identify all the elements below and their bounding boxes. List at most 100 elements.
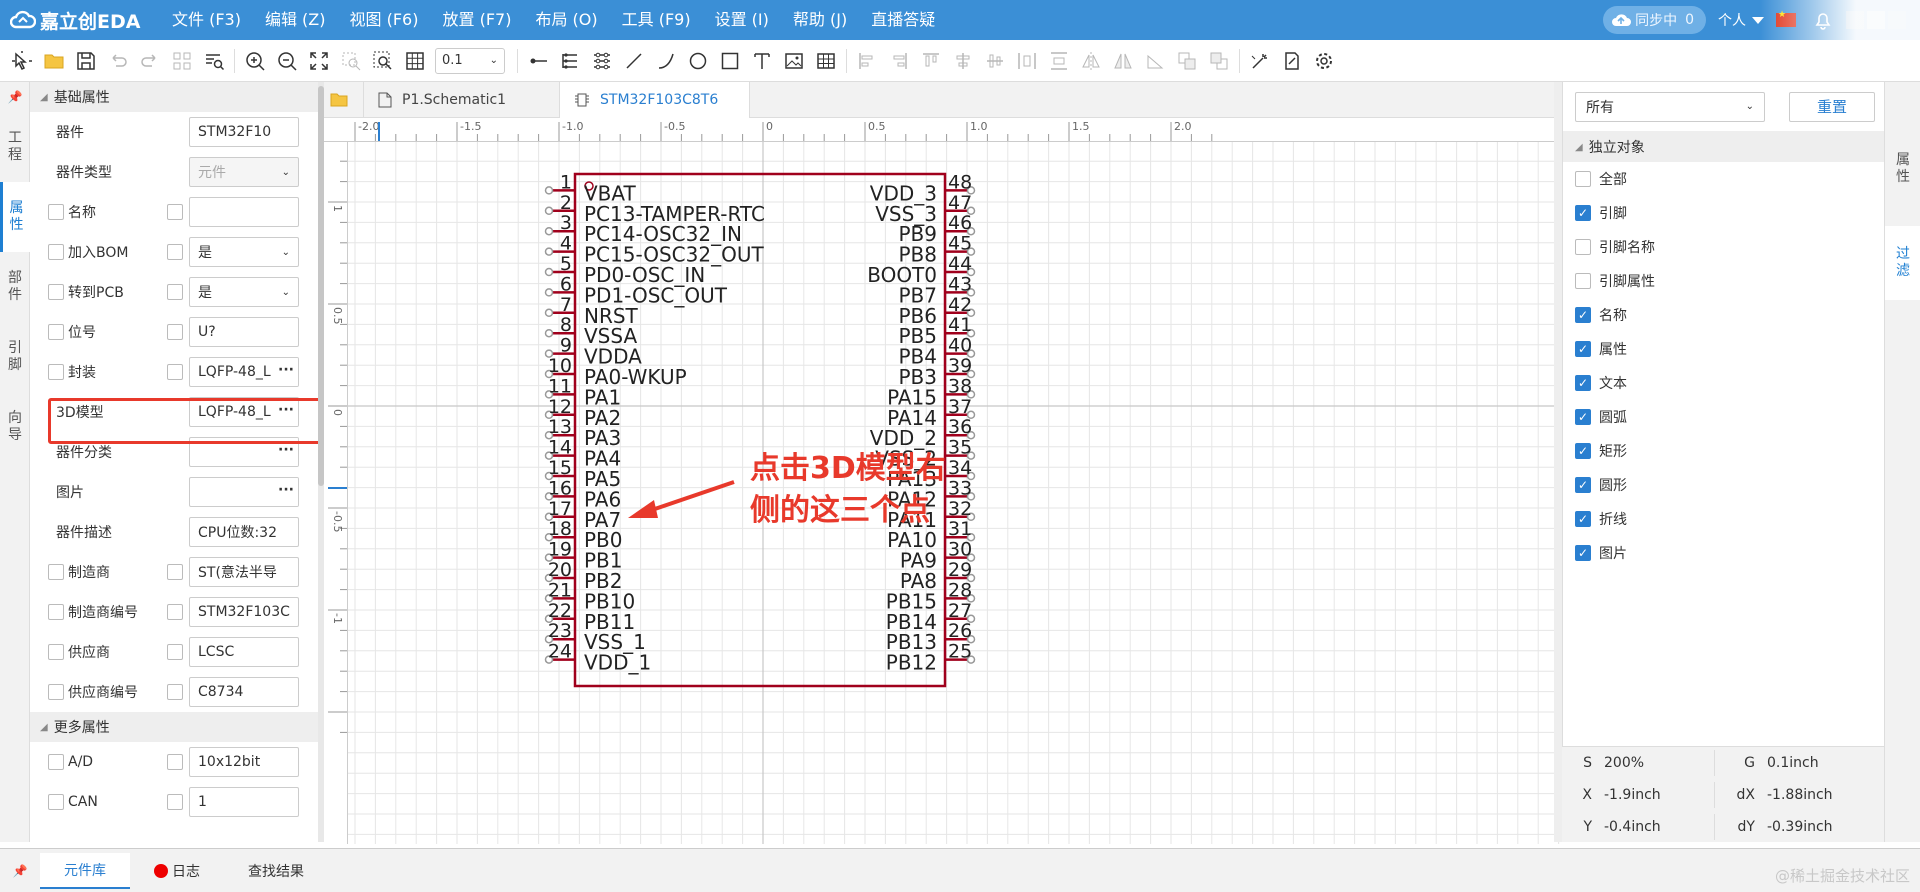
menu-item[interactable]: 放置 (F7): [430, 0, 523, 40]
property-show-checkbox[interactable]: [167, 284, 183, 300]
menu-item[interactable]: 直播答疑: [859, 0, 947, 40]
zoom-selection-button[interactable]: [335, 45, 367, 77]
filter-item[interactable]: 引脚属性: [1563, 264, 1884, 298]
property-show-checkbox[interactable]: [167, 684, 183, 700]
check-tool-button[interactable]: [1276, 45, 1308, 77]
property-field[interactable]: LCSC: [189, 637, 299, 667]
property-checkbox[interactable]: [48, 754, 64, 770]
pin-left[interactable]: 2 PC13-TAMPER-RTC: [544, 192, 765, 226]
property-checkbox[interactable]: [48, 794, 64, 810]
filter-checkbox[interactable]: [1575, 239, 1591, 255]
align-top-button[interactable]: [915, 45, 947, 77]
align-right-button[interactable]: [883, 45, 915, 77]
line-tool-button[interactable]: [618, 45, 650, 77]
menu-item[interactable]: 设置 (I): [703, 0, 781, 40]
section-independent-objects[interactable]: ◢ 独立对象: [1563, 132, 1884, 162]
property-checkbox[interactable]: [48, 204, 64, 220]
tab-schematic[interactable]: P1.Schematic1: [364, 82, 560, 118]
text-tool-button[interactable]: [746, 45, 778, 77]
symbol-drawing[interactable]: 1 VBAT2 PC13-TAMPER-RTC3 PC14-OSC32_IN4 PC15…: [348, 142, 1560, 844]
pin-panel-icon[interactable]: 📌: [0, 82, 30, 112]
sync-status-button[interactable]: 同步中 0: [1603, 6, 1706, 34]
zoom-out-button[interactable]: [271, 45, 303, 77]
filter-item[interactable]: ✓ 引脚: [1563, 196, 1884, 230]
left-tab[interactable]: 向导: [0, 392, 30, 462]
flip-v-button[interactable]: [1107, 45, 1139, 77]
property-checkbox[interactable]: [48, 244, 64, 260]
tab-symbol[interactable]: STM32F103C8T6: [560, 82, 750, 118]
pin-tool-button[interactable]: [522, 45, 554, 77]
redo-button[interactable]: [134, 45, 166, 77]
filter-checkbox[interactable]: ✓: [1575, 443, 1591, 459]
property-show-checkbox[interactable]: [167, 244, 183, 260]
image-tool-button[interactable]: [778, 45, 810, 77]
property-field[interactable]: ST(意法半导: [189, 557, 299, 587]
property-field[interactable]: STM32F10: [189, 117, 299, 147]
property-show-checkbox[interactable]: [167, 324, 183, 340]
bell-icon[interactable]: [1814, 10, 1832, 30]
zoom-in-button[interactable]: [239, 45, 271, 77]
menu-item[interactable]: 工具 (F9): [610, 0, 703, 40]
filter-item[interactable]: ✓ 文本: [1563, 366, 1884, 400]
property-field[interactable]: ···: [189, 477, 299, 507]
fit-view-button[interactable]: [303, 45, 335, 77]
tab-search-results[interactable]: 查找结果: [224, 853, 328, 889]
grid-toggle-button[interactable]: [399, 45, 431, 77]
property-field[interactable]: C8734: [189, 677, 299, 707]
filter-checkbox[interactable]: ✓: [1575, 511, 1591, 527]
filter-checkbox[interactable]: [1575, 273, 1591, 289]
filter-checkbox[interactable]: ✓: [1575, 545, 1591, 561]
filter-item[interactable]: ✓ 属性: [1563, 332, 1884, 366]
circle-tool-button[interactable]: [682, 45, 714, 77]
magic-tool-button[interactable]: [1244, 45, 1276, 77]
property-show-checkbox[interactable]: [167, 604, 183, 620]
property-checkbox[interactable]: [48, 564, 64, 580]
filter-item[interactable]: 引脚名称: [1563, 230, 1884, 264]
menu-item[interactable]: 视图 (F6): [338, 0, 431, 40]
filter-checkbox[interactable]: ✓: [1575, 307, 1591, 323]
section-basic-properties[interactable]: ◢ 基础属性: [30, 82, 319, 112]
zoom-area-button[interactable]: [367, 45, 399, 77]
more-dots-button[interactable]: ···: [274, 478, 298, 506]
tab-log[interactable]: 日志: [130, 853, 224, 889]
property-field[interactable]: 是 ⌄: [189, 237, 299, 267]
left-tab[interactable]: 部件: [0, 252, 30, 322]
find-button[interactable]: [198, 45, 230, 77]
filter-checkbox[interactable]: ✓: [1575, 409, 1591, 425]
language-flag-icon[interactable]: [1776, 10, 1796, 27]
bring-front-button[interactable]: [1171, 45, 1203, 77]
blurred-avatar[interactable]: [1846, 11, 1906, 29]
property-field[interactable]: 是 ⌄: [189, 277, 299, 307]
pin-bottom-icon[interactable]: 📌: [0, 856, 40, 886]
filter-checkbox[interactable]: ✓: [1575, 205, 1591, 221]
settings-button[interactable]: [1308, 45, 1340, 77]
property-field[interactable]: CPU位数:32: [189, 517, 299, 547]
filter-checkbox[interactable]: ✓: [1575, 375, 1591, 391]
tab-library[interactable]: 元件库: [40, 852, 130, 889]
tab-filter[interactable]: 过滤: [1885, 226, 1920, 300]
property-field[interactable]: LQFP-48_L ···: [189, 357, 299, 387]
left-tab[interactable]: 工程: [0, 112, 30, 182]
left-tab[interactable]: 属性: [0, 182, 30, 252]
property-checkbox[interactable]: [48, 364, 64, 380]
pin-array-button[interactable]: [554, 45, 586, 77]
align-left-button[interactable]: [851, 45, 883, 77]
filter-scope-select[interactable]: 所有 ⌄: [1575, 91, 1765, 122]
filter-item[interactable]: ✓ 圆弧: [1563, 400, 1884, 434]
pin-matrix-button[interactable]: [586, 45, 618, 77]
undo-button[interactable]: [102, 45, 134, 77]
property-field[interactable]: STM32F103C: [189, 597, 299, 627]
left-tab[interactable]: 引脚: [0, 322, 30, 392]
property-checkbox[interactable]: [48, 284, 64, 300]
arc-tool-button[interactable]: [650, 45, 682, 77]
property-show-checkbox[interactable]: [167, 644, 183, 660]
grid-size-select[interactable]: 0.1 ⌄: [435, 47, 505, 74]
filter-checkbox[interactable]: ✓: [1575, 477, 1591, 493]
property-show-checkbox[interactable]: [167, 204, 183, 220]
group-button[interactable]: [166, 45, 198, 77]
menu-item[interactable]: 编辑 (Z): [253, 0, 338, 40]
rotate-button[interactable]: [1139, 45, 1171, 77]
table-tool-button[interactable]: [810, 45, 842, 77]
filter-item[interactable]: ✓ 矩形: [1563, 434, 1884, 468]
open-folder-button[interactable]: [38, 45, 70, 77]
